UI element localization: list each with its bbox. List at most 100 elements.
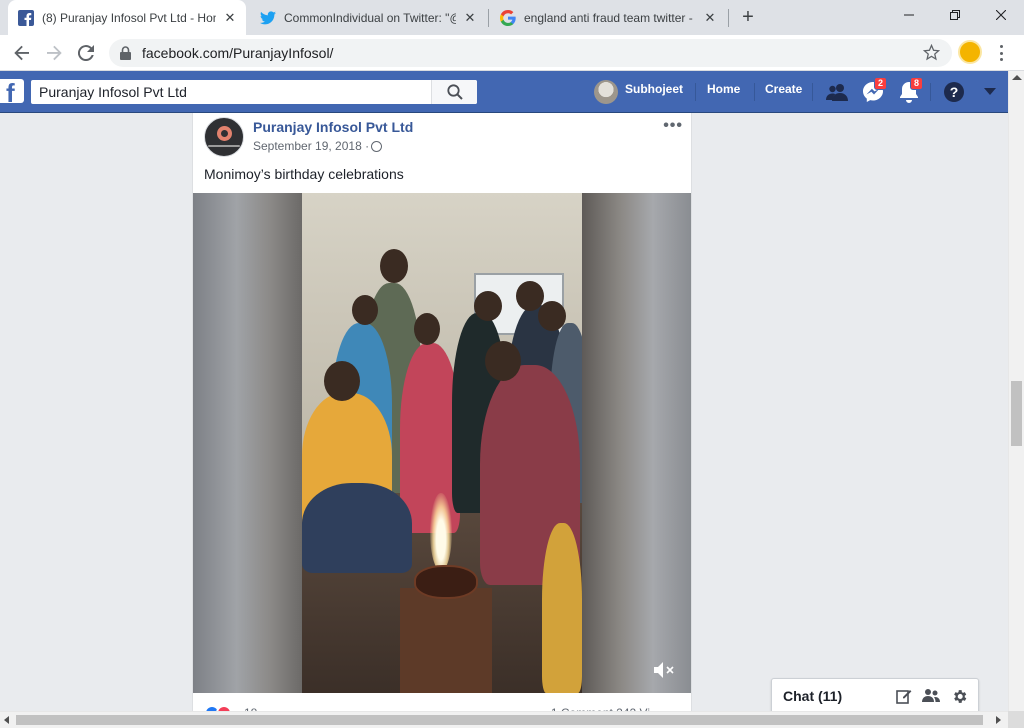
video-person [542, 523, 582, 693]
video-person-head [474, 291, 502, 321]
tab-title: england anti fraud team twitter - [524, 10, 693, 25]
close-tab-icon[interactable]: ✕ [462, 10, 478, 26]
vertical-scroll-thumb[interactable] [1011, 381, 1022, 446]
facebook-logo-icon[interactable]: f [0, 79, 24, 103]
account-menu-button[interactable] [978, 80, 1002, 104]
video-person-head [324, 361, 360, 401]
tab-title: CommonIndividual on Twitter: "@ [284, 10, 456, 25]
friend-requests-button[interactable] [825, 80, 849, 104]
friends-icon [826, 84, 848, 101]
messages-button[interactable]: 2 [861, 77, 887, 104]
user-avatar[interactable] [594, 80, 618, 104]
lock-icon [120, 46, 131, 65]
url-text: facebook.com/PuranjayInfosol/ [142, 45, 334, 61]
scrollbar-corner [1008, 711, 1024, 728]
chat-settings-gear-icon[interactable] [950, 687, 968, 705]
new-tab-button[interactable]: + [737, 6, 759, 28]
restore-button[interactable] [932, 0, 978, 30]
back-button[interactable] [10, 41, 34, 65]
restore-icon [950, 10, 960, 20]
browser-toolbar: facebook.com/PuranjayInfosol/ [0, 35, 1024, 71]
video-person-head [538, 301, 566, 331]
page-name-link[interactable]: Puranjay Infosol Pvt Ltd [253, 119, 413, 135]
scroll-up-arrow-icon[interactable] [1012, 75, 1022, 80]
close-tab-icon[interactable]: ✕ [702, 10, 718, 26]
close-window-button[interactable] [978, 0, 1024, 30]
video-frame [302, 193, 582, 693]
nav-divider [695, 83, 696, 101]
help-button[interactable]: ? [942, 80, 966, 104]
google-icon [500, 9, 516, 26]
page-avatar[interactable] [204, 117, 244, 157]
video-cake [414, 565, 478, 599]
profile-link[interactable]: Subhojeet [625, 82, 683, 96]
scroll-left-arrow-icon[interactable] [4, 716, 9, 724]
post-video[interactable] [193, 193, 691, 693]
close-icon [996, 10, 1006, 20]
video-person-head [352, 295, 378, 325]
svg-text:?: ? [950, 84, 959, 100]
video-table [400, 588, 492, 693]
mute-button[interactable] [653, 661, 677, 679]
tab-title: (8) Puranjay Infosol Pvt Ltd - Hon [42, 10, 216, 25]
create-link[interactable]: Create [765, 82, 802, 96]
browser-tab-strip: (8) Puranjay Infosol Pvt Ltd - Hon ✕ Com… [0, 0, 1024, 35]
browser-tab-facebook[interactable]: (8) Puranjay Infosol Pvt Ltd - Hon ✕ [8, 0, 246, 35]
chat-label: Chat (11) [783, 688, 843, 704]
close-tab-icon[interactable]: ✕ [222, 10, 238, 26]
page-logo-icon [217, 126, 232, 141]
video-person [302, 483, 412, 573]
horizontal-scrollbar[interactable] [0, 711, 1008, 728]
address-bar[interactable]: facebook.com/PuranjayInfosol/ [109, 39, 952, 67]
video-person [400, 343, 460, 533]
chat-sidebar-tab[interactable]: Chat (11) [771, 678, 979, 712]
search-button[interactable] [431, 80, 477, 104]
search-input[interactable] [31, 80, 431, 104]
page-logo-caption [208, 145, 240, 147]
new-message-icon[interactable] [895, 687, 913, 705]
video-person-head [485, 341, 521, 381]
caret-down-icon [984, 88, 996, 95]
browser-tab-twitter[interactable]: CommonIndividual on Twitter: "@ ✕ [250, 0, 486, 35]
twitter-icon [260, 10, 276, 26]
profile-avatar[interactable] [958, 40, 982, 64]
reload-button[interactable] [74, 41, 98, 65]
minimize-icon [904, 14, 914, 16]
help-question-icon: ? [944, 82, 964, 102]
browser-menu-icon[interactable] [993, 43, 1009, 63]
notifications-button[interactable]: 8 [897, 77, 923, 104]
video-blur-left [193, 193, 302, 693]
video-person-head [414, 313, 440, 345]
facebook-header: f Subhojeet Home Create 2 8 ? [0, 71, 1008, 113]
nav-divider [812, 83, 813, 101]
post-date[interactable]: September 19, 2018 · [253, 139, 369, 153]
search-box [31, 80, 477, 104]
video-person-head [380, 249, 408, 283]
nav-divider [754, 83, 755, 101]
video-blur-right [582, 193, 691, 693]
more-options-icon[interactable]: ••• [663, 117, 683, 135]
notifications-badge: 8 [910, 77, 923, 90]
scroll-right-arrow-icon[interactable] [996, 716, 1001, 724]
forward-button[interactable] [42, 41, 66, 65]
video-sparkler [430, 493, 452, 571]
minimize-button[interactable] [886, 0, 932, 30]
nav-divider [930, 83, 931, 101]
home-link[interactable]: Home [707, 82, 740, 96]
browser-tab-google[interactable]: england anti fraud team twitter - ✕ [490, 0, 726, 35]
vertical-scrollbar[interactable] [1008, 71, 1024, 711]
forward-arrow-icon [47, 45, 62, 61]
post-text: Monimoy’s birthday celebrations [204, 166, 404, 182]
speaker-muted-icon [654, 662, 674, 678]
group-chat-icon[interactable] [922, 687, 940, 705]
search-icon [446, 84, 463, 100]
tab-separator [488, 9, 489, 27]
reload-icon [78, 45, 94, 61]
messages-badge: 2 [874, 77, 887, 90]
back-arrow-icon [14, 45, 29, 61]
globe-icon [371, 141, 382, 152]
tab-separator [728, 9, 729, 27]
bookmark-star-icon[interactable] [922, 43, 941, 66]
horizontal-scroll-thumb[interactable] [16, 715, 983, 725]
post-card: Puranjay Infosol Pvt Ltd September 19, 2… [192, 113, 692, 728]
